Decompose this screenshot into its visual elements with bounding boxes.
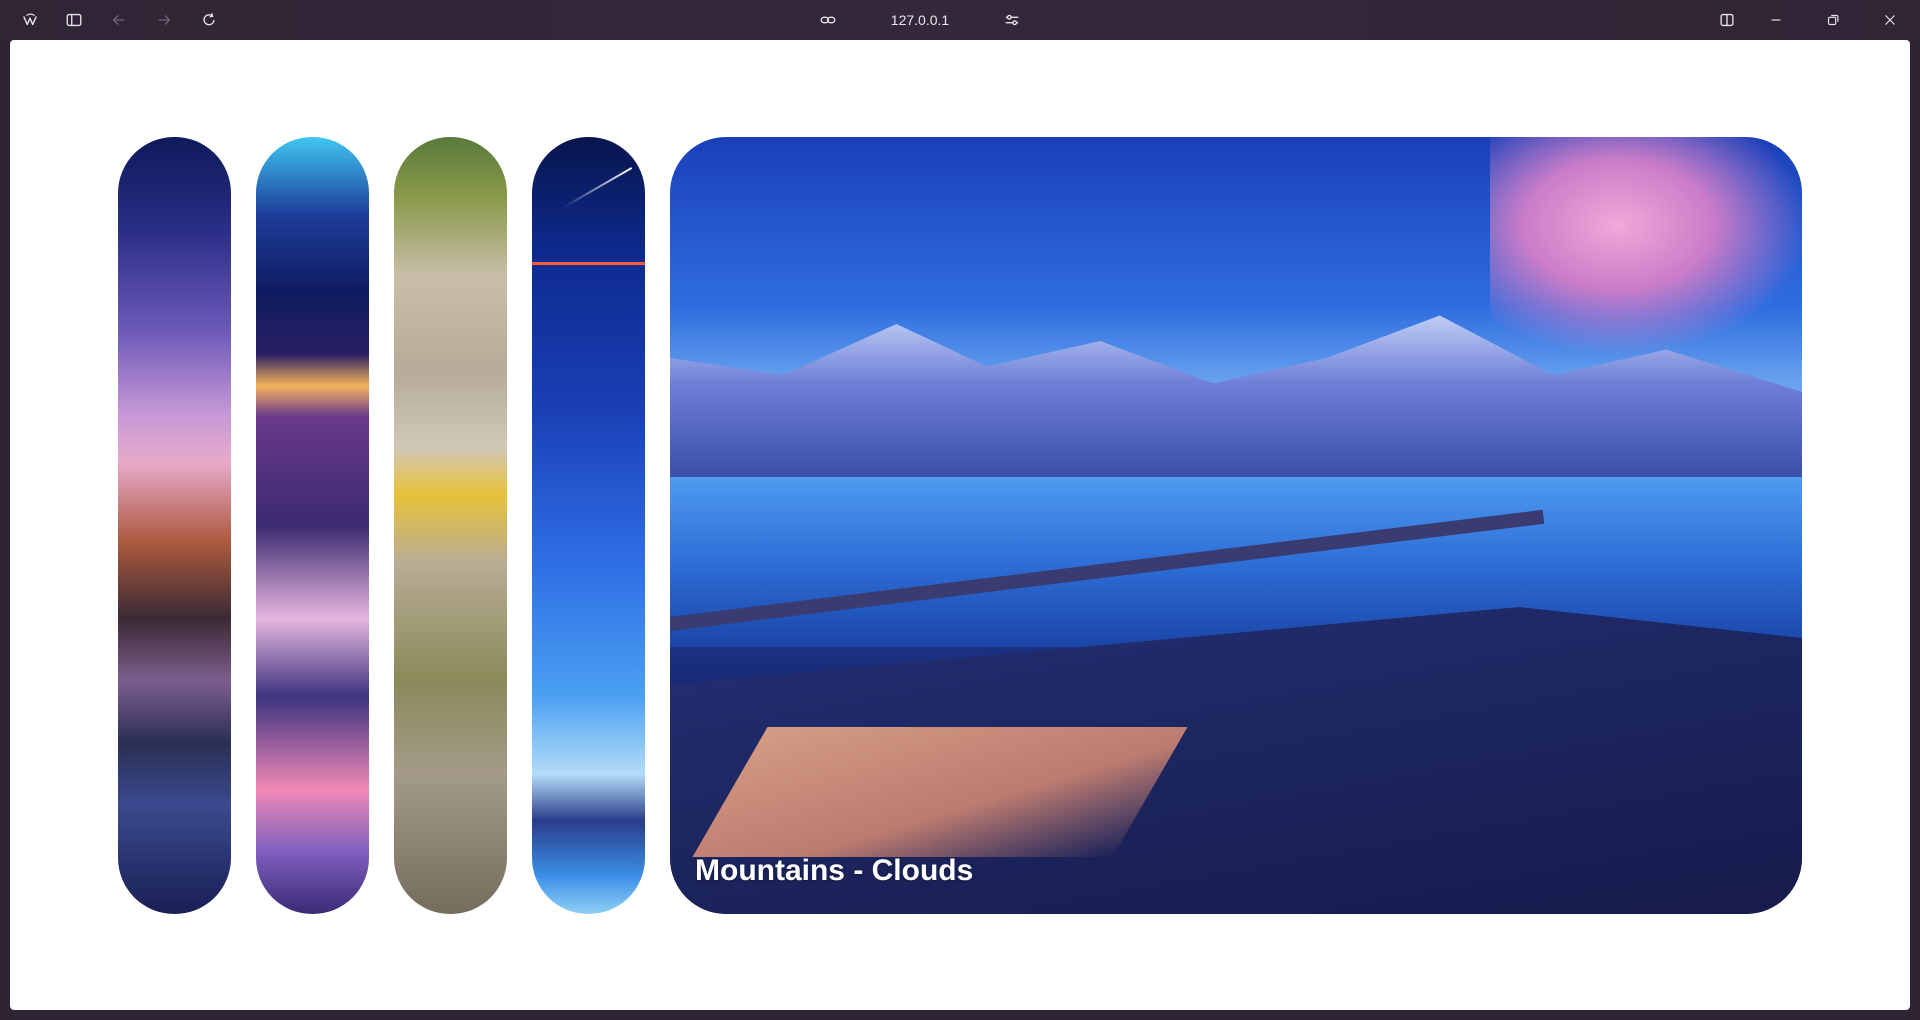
horizon-band [532,262,645,265]
arrow-left-icon [112,15,125,25]
image-gallery: Mountains - Clouds [10,40,1910,1010]
panel-caption: Mountains - Clouds [695,854,974,887]
gallery-panel-starry-night[interactable] [532,137,645,914]
gallery-panel-mountain-sunrise[interactable] [256,137,369,914]
sidebar-toggle-icon[interactable] [60,6,88,34]
link-icon[interactable] [814,6,842,34]
reload-button[interactable] [195,6,223,34]
sunlight-patch [692,727,1188,857]
gallery-panel-dandelion[interactable] [394,137,507,914]
close-icon [1885,15,1895,25]
page-viewport: Mountains - Clouds [10,40,1910,1010]
close-button[interactable] [1876,6,1904,34]
minimize-button[interactable] [1762,6,1790,34]
arrow-right-icon [158,15,171,25]
gallery-panel-active[interactable]: Mountains - Clouds [670,137,1802,914]
back-button[interactable] [105,6,133,34]
app-logo-icon[interactable] [16,6,44,34]
gallery-panel-purple-sky[interactable] [118,137,231,914]
split-view-icon[interactable] [1713,6,1741,34]
restore-button[interactable] [1819,6,1847,34]
restore-icon [1827,14,1839,26]
cherry-blossom-tree [1490,137,1802,357]
forward-button[interactable] [150,6,178,34]
minimize-icon [1771,19,1781,21]
reload-icon [203,13,215,26]
address-bar[interactable]: 127.0.0.1 [870,8,970,32]
browser-toolbar: 127.0.0.1 [0,0,1920,40]
tune-icon[interactable] [998,6,1026,34]
shooting-star [561,167,633,209]
